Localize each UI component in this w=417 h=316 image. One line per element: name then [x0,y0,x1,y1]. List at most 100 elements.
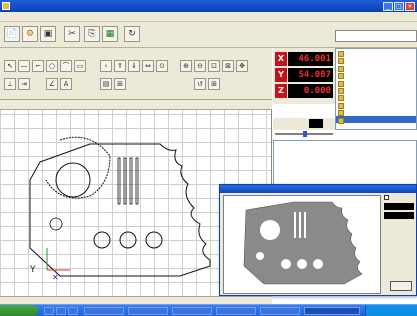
preview-svg [243,201,363,285]
taskbar-window-button[interactable] [260,307,300,315]
list-item[interactable] [336,101,416,110]
redraw-icon[interactable]: ↺ [194,78,206,90]
system-tray [365,305,417,316]
taskbar-window-button[interactable] [84,307,124,315]
list-item[interactable] [336,71,416,80]
zoom-window-icon[interactable]: ⊠ [222,60,234,72]
arc-icon[interactable]: ⌒ [60,60,72,72]
slot-1 [117,157,121,205]
slot-3 [129,157,133,205]
x-axis-button[interactable]: X [275,52,287,66]
preview-dialog [219,184,417,296]
angle-icon[interactable]: ∠ [46,78,58,90]
coordinate-dropdown[interactable] [335,30,417,42]
preview-slot-1 [294,212,296,238]
position-readout: X 46.001 Y 54.087 Z 0.000 [273,48,335,104]
x-axis-label: ✕ [52,273,59,282]
rect-icon[interactable]: ▭ [74,60,86,72]
offset-icon[interactable]: ⊞ [114,78,126,90]
small-hole [49,217,63,231]
speed-value[interactable] [309,119,323,128]
taskbar-window-button[interactable] [128,307,168,315]
arrow-left-icon[interactable]: ‹ [100,60,112,72]
zoom-out-icon[interactable]: ⊖ [194,60,206,72]
hole-1 [93,231,111,249]
z-position-value: 0.000 [288,84,333,98]
slot-2 [123,157,127,205]
text-icon[interactable]: A [60,78,72,90]
preview-title [220,185,416,193]
array-icon[interactable]: ▤ [100,78,112,90]
circle-icon[interactable]: ○ [46,60,58,72]
checkbox-box[interactable] [384,195,389,200]
dro-z-row: Z 0.000 [275,84,333,98]
minimize-button[interactable]: _ [383,1,393,11]
tool-panel: ↖ — ⌐ ○ ⌒ ▭ ‹ ⇑ ⇓ ⇔ ⊙ ⟂ ⇥ ∠ A ▤ ⊞ ⊕ ⊖ ⊡ … [0,48,272,100]
copy-icon[interactable]: ⎘ [84,26,100,42]
speed-slider[interactable] [273,131,335,137]
open-icon[interactable]: ⚙ [22,26,38,42]
preview-hole-1 [281,259,291,269]
speed-controls [273,118,335,130]
preview-field-1[interactable] [384,203,414,210]
line-icon[interactable]: — [18,60,30,72]
preview-hole-3 [313,259,323,269]
preview-field-2[interactable] [384,212,414,219]
list-item[interactable] [336,64,416,73]
move-up-icon[interactable]: ⇑ [114,60,126,72]
dro-x-row: X 46.001 [275,52,333,66]
settings-icon[interactable]: ↻ [124,26,140,42]
preview-slot-2 [299,212,301,238]
large-hole [55,162,91,198]
mirror-icon[interactable]: ⇔ [142,60,154,72]
pan-icon[interactable]: ✥ [236,60,248,72]
window-controls: _ □ × [383,1,417,11]
list-item[interactable] [336,86,416,95]
list-item[interactable] [336,49,416,58]
list-item[interactable] [336,93,416,102]
preview-small-hole [256,252,264,260]
y-axis-button[interactable]: Y [275,68,287,82]
list-item[interactable] [336,56,416,65]
status-bar [0,296,272,304]
taskbar-window-button[interactable] [216,307,256,315]
polyline-icon[interactable]: ⌐ [32,60,44,72]
preview-ok-button[interactable] [390,281,412,291]
move-down-icon[interactable]: ⇓ [128,60,140,72]
preview-part [243,201,363,285]
cut-icon[interactable]: ✂ [64,26,80,42]
hole-3 [145,231,163,249]
part-cutout [45,136,111,199]
y-axis-label: Y [29,265,36,275]
zoom-fit-icon[interactable]: ⊡ [208,60,220,72]
quicklaunch-icon[interactable] [68,307,78,315]
zoom-in-icon[interactable]: ⊕ [180,60,192,72]
quicklaunch-icon[interactable] [44,307,54,315]
list-item[interactable] [336,79,416,88]
list-item-selected[interactable] [336,115,416,124]
quicklaunch-icon[interactable] [56,307,66,315]
grid-icon[interactable]: ⊞ [208,78,220,90]
file-list [335,48,417,130]
trim-icon[interactable]: ⟂ [4,78,16,90]
close-button[interactable]: × [405,1,415,11]
maximize-button[interactable]: □ [394,1,404,11]
new-file-icon[interactable]: 📄 [4,26,20,42]
taskbar-window-button[interactable] [172,307,212,315]
extend-icon[interactable]: ⇥ [18,78,30,90]
save-icon[interactable]: ▣ [40,26,56,42]
preview-canvas[interactable] [223,195,381,294]
preview-hole-2 [297,259,307,269]
paste-icon[interactable]: ▦ [102,26,118,42]
slot-4 [135,157,139,205]
taskbar-active-window[interactable] [304,307,360,315]
rotate-icon[interactable]: ⊙ [156,60,168,72]
z-axis-button[interactable]: Z [275,84,287,98]
start-button[interactable] [0,305,38,316]
app-icon [2,2,10,10]
list-item[interactable] [336,108,416,117]
hole-2 [119,231,137,249]
preview-checkbox[interactable] [384,195,416,200]
cursor-icon[interactable]: ↖ [4,60,16,72]
x-position-value: 46.001 [288,52,333,66]
